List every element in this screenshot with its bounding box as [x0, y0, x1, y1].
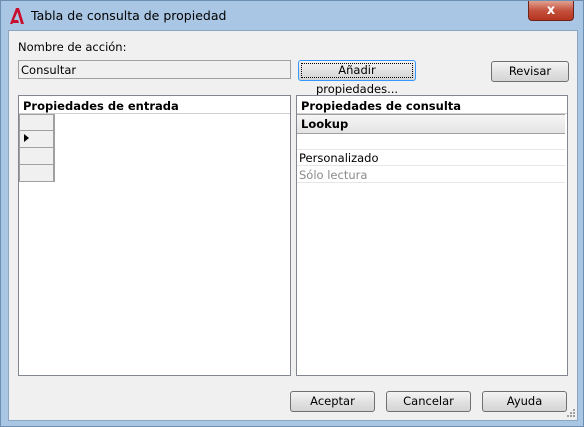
cancel-button[interactable]: Cancelar	[386, 391, 471, 412]
review-button[interactable]: Revisar	[491, 61, 569, 82]
dialog-window: Tabla de consulta de propiedad x Nombre …	[0, 0, 584, 427]
lookup-properties-panel[interactable]: Propiedades de consulta Lookup Personali…	[296, 95, 568, 376]
input-properties-panel[interactable]: Propiedades de entrada	[18, 95, 291, 376]
row-header[interactable]	[19, 165, 54, 182]
lookup-row-readonly: Sólo lectura	[297, 167, 565, 183]
action-name-field: Consultar	[18, 60, 291, 79]
autocad-app-icon	[10, 8, 24, 24]
add-properties-button[interactable]: Añadir propiedades...	[298, 60, 416, 96]
window-title: Tabla de consulta de propiedad	[31, 8, 227, 23]
lookup-properties-header: Propiedades de consulta	[297, 96, 567, 114]
help-button[interactable]: Ayuda	[482, 391, 567, 412]
close-button[interactable]: x	[528, 1, 574, 21]
close-icon: x	[546, 3, 556, 18]
title-bar[interactable]: Tabla de consulta de propiedad x	[1, 1, 583, 31]
row-header[interactable]	[19, 148, 54, 165]
grid-divider	[54, 114, 55, 182]
action-name-label: Nombre de acción:	[18, 40, 127, 54]
lookup-column-header[interactable]: Lookup	[297, 114, 565, 134]
lookup-row[interactable]	[297, 134, 565, 150]
size-grip-icon[interactable]	[566, 408, 575, 417]
row-header[interactable]	[19, 114, 54, 131]
dialog-body: Nombre de acción: Consultar Añadir propi…	[8, 30, 578, 421]
accept-button[interactable]: Aceptar	[290, 391, 375, 412]
input-properties-header: Propiedades de entrada	[19, 96, 290, 114]
lookup-row-custom[interactable]: Personalizado	[297, 150, 565, 166]
row-header-current[interactable]	[19, 131, 54, 148]
row-pointer-icon	[24, 134, 29, 142]
